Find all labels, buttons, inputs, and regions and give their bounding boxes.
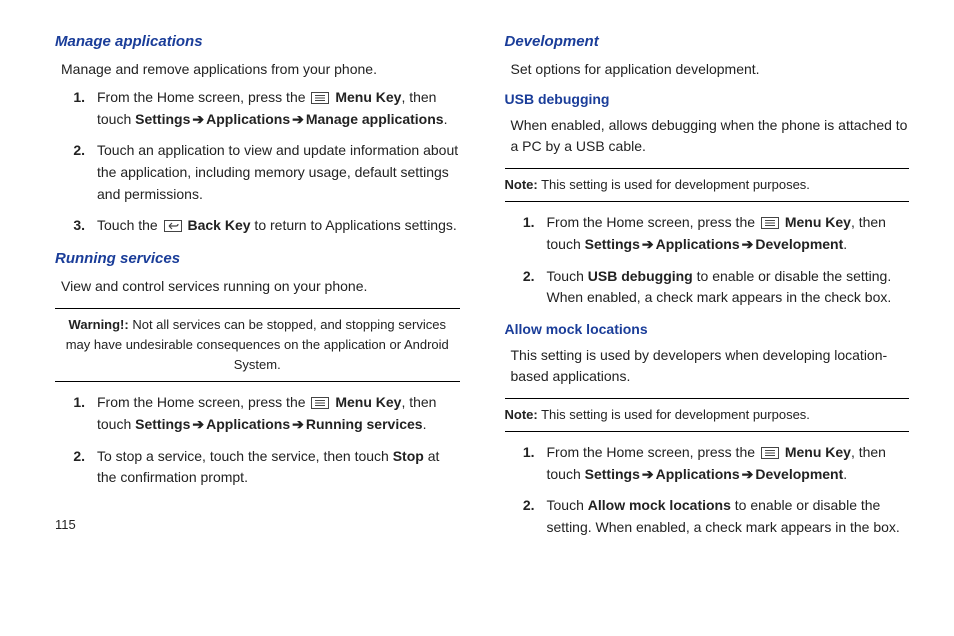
list-item: 2. Touch USB debugging to enable or disa… [519, 266, 910, 309]
heading-allow-mock-locations: Allow mock locations [505, 319, 910, 341]
step-number: 1. [69, 392, 85, 435]
desc-running-services: View and control services running on you… [61, 276, 460, 298]
step-number: 2. [69, 140, 85, 205]
list-item: 1. From the Home screen, press the Menu … [69, 392, 460, 435]
note-label: Note: [505, 407, 538, 422]
step-number: 1. [519, 212, 535, 255]
steps-running-services: 1. From the Home screen, press the Menu … [55, 392, 460, 489]
right-column: Development Set options for application … [505, 30, 910, 549]
list-item: 2. To stop a service, touch the service,… [69, 446, 460, 489]
list-item: 2. Touch an application to view and upda… [69, 140, 460, 205]
note-text: This setting is used for development pur… [538, 177, 810, 192]
list-item: 1. From the Home screen, press the Menu … [69, 87, 460, 130]
step-text: From the Home screen, press the Menu Key… [97, 392, 460, 435]
heading-development: Development [505, 30, 910, 53]
note-box: Note: This setting is used for developme… [505, 168, 910, 202]
step-number: 2. [519, 495, 535, 538]
list-item: 1. From the Home screen, press the Menu … [519, 442, 910, 485]
step-text: From the Home screen, press the Menu Key… [547, 212, 910, 255]
note-label: Note: [505, 177, 538, 192]
heading-usb-debugging: USB debugging [505, 89, 910, 111]
note-text: This setting is used for development pur… [538, 407, 810, 422]
steps-manage-applications: 1. From the Home screen, press the Menu … [55, 87, 460, 237]
warning-box: Warning!: Not all services can be stoppe… [55, 308, 460, 382]
step-text: Touch Allow mock locations to enable or … [547, 495, 910, 538]
step-text: To stop a service, touch the service, th… [97, 446, 460, 489]
desc-usb-debugging: When enabled, allows debugging when the … [511, 115, 910, 158]
step-text: From the Home screen, press the Menu Key… [97, 87, 460, 130]
step-number: 3. [69, 215, 85, 237]
desc-development: Set options for application development. [511, 59, 910, 81]
page-number: 115 [55, 515, 460, 535]
left-column: Manage applications Manage and remove ap… [55, 30, 460, 549]
back-key-icon [164, 220, 182, 232]
steps-allow-mock-locations: 1. From the Home screen, press the Menu … [505, 442, 910, 539]
heading-running-services: Running services [55, 247, 460, 270]
step-number: 1. [519, 442, 535, 485]
step-text: Touch the Back Key to return to Applicat… [97, 215, 460, 237]
list-item: 2. Touch Allow mock locations to enable … [519, 495, 910, 538]
steps-usb-debugging: 1. From the Home screen, press the Menu … [505, 212, 910, 309]
menu-key-icon [761, 217, 779, 229]
menu-key-icon [311, 92, 329, 104]
menu-key-icon [761, 447, 779, 459]
menu-key-icon [311, 397, 329, 409]
desc-manage-applications: Manage and remove applications from your… [61, 59, 460, 81]
heading-manage-applications: Manage applications [55, 30, 460, 53]
warning-label: Warning!: [69, 317, 129, 332]
step-number: 2. [69, 446, 85, 489]
list-item: 1. From the Home screen, press the Menu … [519, 212, 910, 255]
step-text: From the Home screen, press the Menu Key… [547, 442, 910, 485]
step-number: 1. [69, 87, 85, 130]
step-number: 2. [519, 266, 535, 309]
step-text: Touch an application to view and update … [97, 140, 460, 205]
desc-allow-mock-locations: This setting is used by developers when … [511, 345, 910, 388]
note-box: Note: This setting is used for developme… [505, 398, 910, 432]
step-text: Touch USB debugging to enable or disable… [547, 266, 910, 309]
list-item: 3. Touch the Back Key to return to Appli… [69, 215, 460, 237]
